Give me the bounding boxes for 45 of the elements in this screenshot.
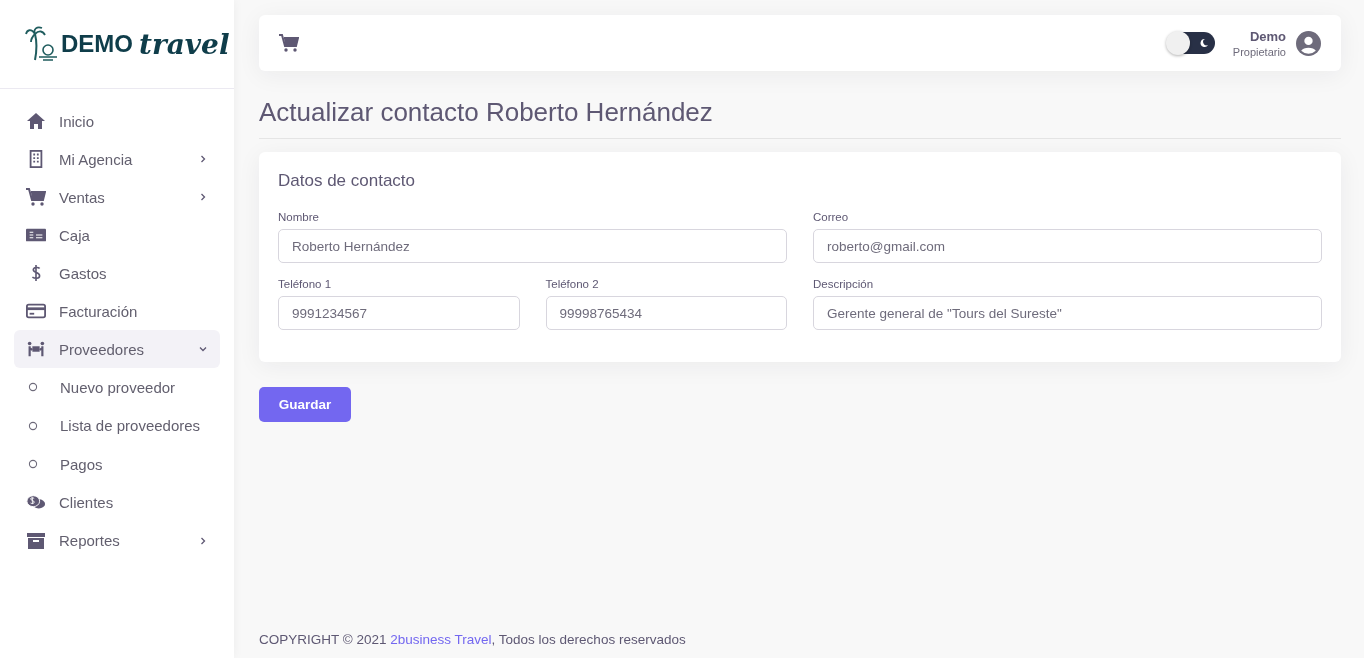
theme-toggle[interactable] — [1166, 32, 1215, 54]
circle-icon — [28, 382, 38, 393]
cart-icon[interactable] — [279, 34, 299, 52]
sidebar-item[interactable]: Reportes — [14, 521, 220, 560]
circle-icon — [28, 459, 38, 470]
copyright-text: COPYRIGHT © 2021 2business Travel, Todos los derechos reservados — [259, 632, 686, 647]
company-link[interactable]: 2business Travel — [390, 632, 492, 647]
sidebar-item[interactable]: Gastos — [14, 254, 220, 292]
people-carrying-icon — [26, 340, 46, 358]
sidebar-item[interactable]: Inicio — [14, 102, 220, 140]
sidebar-subitem[interactable]: Pagos — [14, 445, 220, 484]
user-name: Demo — [1249, 28, 1286, 44]
sidebar-item[interactable]: Ventas — [14, 178, 220, 216]
text-input[interactable]: roberto@gmail.com — [813, 229, 1322, 263]
text-input[interactable]: 9991234567 — [278, 296, 520, 330]
user-role: Propietario — [1232, 45, 1286, 58]
user-avatar-icon[interactable] — [1296, 30, 1321, 56]
sidebar-item[interactable]: Clientes — [14, 483, 220, 522]
archive-box-icon — [26, 531, 46, 550]
sidebar-item[interactable]: Facturación — [14, 292, 220, 330]
logo-script-text: travel — [139, 27, 230, 61]
cart-icon — [26, 188, 46, 206]
moon-icon — [1198, 38, 1209, 48]
save-button[interactable]: Guardar — [259, 387, 351, 422]
sidebar-item[interactable]: Caja — [14, 216, 220, 254]
home-icon — [26, 112, 46, 130]
text-input[interactable]: 99998765434 — [545, 296, 787, 330]
sidebar-subitem[interactable]: Lista de proveedores — [14, 406, 220, 445]
field-label: Teléfono 2 — [545, 278, 600, 290]
text-input[interactable]: Roberto Hernández — [278, 229, 787, 263]
field-label: Nombre — [278, 211, 320, 223]
cash-icon — [26, 226, 46, 244]
page-title: Actualizar contacto Roberto Hernández — [259, 97, 1341, 139]
credit-card-icon — [26, 302, 46, 320]
sidebar-item[interactable]: Mi Agencia — [14, 140, 220, 178]
text-input[interactable]: Gerente general de "Tours del Sureste" — [813, 296, 1322, 330]
field-label: Correo — [813, 211, 850, 223]
field-label: Descripción — [813, 278, 875, 290]
palm-tree-logo-icon — [25, 26, 59, 62]
sidebar-item[interactable]: Proveedores — [14, 330, 220, 368]
circle-icon — [28, 420, 38, 431]
card-title: Datos de contacto — [278, 171, 417, 191]
logo-text: DEMO — [61, 30, 133, 58]
sidebar-subitem[interactable]: Nuevo proveedor — [14, 368, 220, 407]
field-label: Teléfono 1 — [278, 278, 333, 290]
